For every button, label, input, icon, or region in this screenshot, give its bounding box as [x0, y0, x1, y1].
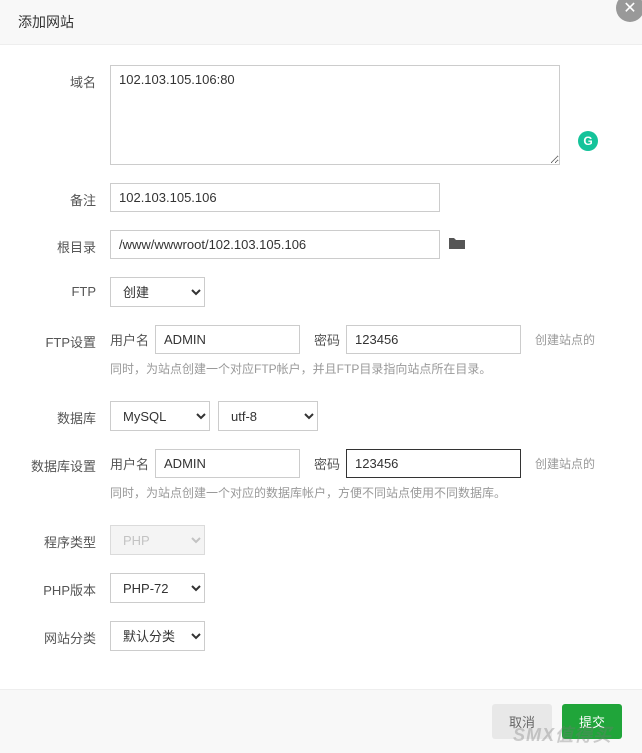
- row-ftp: FTP 创建: [30, 277, 612, 307]
- ftp-user-label: 用户名: [110, 330, 149, 349]
- row-database: 数据库 MySQL utf-8: [30, 401, 612, 431]
- dialog-body: 域名 G 备注 根目录 FTP 创建 FTP设置 用户名: [0, 45, 642, 689]
- label-ftp-settings: FTP设置: [30, 325, 110, 351]
- label-db-settings: 数据库设置: [30, 449, 110, 475]
- label-domain: 域名: [30, 65, 110, 91]
- php-select[interactable]: PHP-72: [110, 573, 205, 603]
- ftp-pass-input[interactable]: [346, 325, 521, 354]
- db-hint: 同时，为站点创建一个对应的数据库帐户，方便不同站点使用不同数据库。: [110, 484, 612, 501]
- label-program: 程序类型: [30, 525, 110, 551]
- label-database: 数据库: [30, 401, 110, 427]
- program-select: PHP: [110, 525, 205, 555]
- label-category: 网站分类: [30, 621, 110, 647]
- row-ftp-settings: FTP设置 用户名 密码 创建站点的 同时，为站点创建一个对应FTP帐户，并且F…: [30, 325, 612, 377]
- row-program: 程序类型 PHP: [30, 525, 612, 555]
- close-icon: ✕: [623, 0, 636, 18]
- row-remark: 备注: [30, 183, 612, 212]
- submit-button[interactable]: 提交: [562, 704, 622, 739]
- category-select[interactable]: 默认分类: [110, 621, 205, 651]
- ftp-right-text: 创建站点的: [535, 331, 595, 348]
- ftp-hint: 同时，为站点创建一个对应FTP帐户，并且FTP目录指向站点所在目录。: [110, 360, 612, 377]
- close-button[interactable]: ✕: [616, 0, 642, 22]
- dialog-header: 添加网站 ✕: [0, 0, 642, 45]
- ftp-user-input[interactable]: [155, 325, 300, 354]
- grammarly-icon[interactable]: G: [578, 131, 598, 151]
- label-root: 根目录: [30, 230, 110, 256]
- db-pass-label: 密码: [314, 454, 340, 473]
- row-root: 根目录: [30, 230, 612, 259]
- db-charset-select[interactable]: utf-8: [218, 401, 318, 431]
- db-right-text: 创建站点的: [535, 455, 595, 472]
- cancel-button[interactable]: 取消: [492, 704, 552, 739]
- root-input[interactable]: [110, 230, 440, 259]
- db-user-label: 用户名: [110, 454, 149, 473]
- remark-input[interactable]: [110, 183, 440, 212]
- domain-input[interactable]: [110, 65, 560, 165]
- db-user-input[interactable]: [155, 449, 300, 478]
- dialog-title: 添加网站: [18, 14, 74, 30]
- label-remark: 备注: [30, 183, 110, 209]
- row-db-settings: 数据库设置 用户名 密码 创建站点的 同时，为站点创建一个对应的数据库帐户，方便…: [30, 449, 612, 501]
- ftp-pass-label: 密码: [314, 330, 340, 349]
- ftp-select[interactable]: 创建: [110, 277, 205, 307]
- row-php: PHP版本 PHP-72: [30, 573, 612, 603]
- dialog-footer: 取消 提交 SMX值得买: [0, 689, 642, 753]
- db-engine-select[interactable]: MySQL: [110, 401, 210, 431]
- db-pass-input[interactable]: [346, 449, 521, 478]
- label-ftp: FTP: [30, 277, 110, 299]
- row-category: 网站分类 默认分类: [30, 621, 612, 651]
- label-php: PHP版本: [30, 573, 110, 599]
- folder-icon[interactable]: [448, 236, 466, 253]
- row-domain: 域名 G: [30, 65, 612, 165]
